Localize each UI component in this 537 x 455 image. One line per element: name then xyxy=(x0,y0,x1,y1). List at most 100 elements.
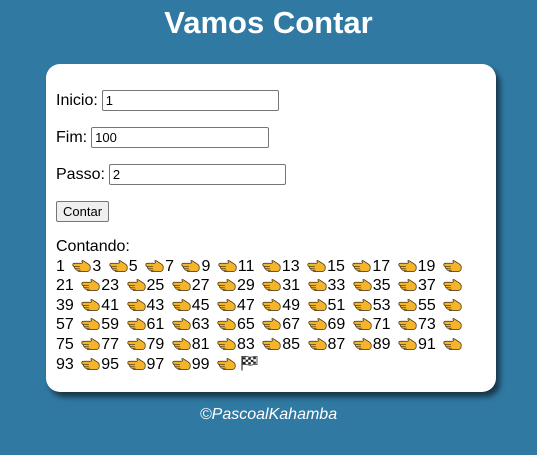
checkered-flag-icon xyxy=(240,355,258,371)
count-number: 17 xyxy=(372,257,391,275)
count-number: 93 xyxy=(56,355,74,373)
pointing-hand-icon xyxy=(398,336,417,350)
pointing-hand-icon xyxy=(398,297,417,311)
pointing-hand-icon xyxy=(217,316,236,331)
count-number: 45 xyxy=(191,296,210,314)
count-number: 77 xyxy=(101,335,120,353)
count-number: 47 xyxy=(237,296,255,314)
count-number: 9 xyxy=(201,257,211,275)
count-number: 71 xyxy=(372,316,391,334)
count-number: 3 xyxy=(92,257,102,275)
pointing-hand-icon xyxy=(307,297,327,311)
footer-credit: ©PascoalKahamba xyxy=(199,406,338,423)
count-number: 29 xyxy=(237,277,255,295)
count-number: 79 xyxy=(146,335,165,353)
pointing-hand-icon xyxy=(352,258,371,272)
pointing-hand-icon xyxy=(172,356,191,370)
count-number: 57 xyxy=(56,316,74,334)
pointing-hand-icon xyxy=(217,356,236,370)
pointing-hand-icon xyxy=(443,258,462,272)
count-number: 1 xyxy=(56,257,65,275)
count-number: 53 xyxy=(372,296,391,314)
count-number: 25 xyxy=(146,277,165,295)
pointing-hand-icon xyxy=(172,336,191,350)
count-number: 31 xyxy=(282,277,301,295)
count-result: Contando: 1 3 5 7 9 11 13 15 17 19 21 23… xyxy=(56,237,476,374)
count-number: 67 xyxy=(282,316,301,334)
pointing-hand-icon xyxy=(172,316,191,331)
pointing-hand-icon xyxy=(126,277,146,292)
fim-input[interactable] xyxy=(91,127,270,148)
count-number: 61 xyxy=(146,316,165,334)
pointing-hand-icon xyxy=(307,258,326,272)
count-number: 83 xyxy=(237,335,255,353)
contar-button[interactable]: Contar xyxy=(56,201,110,222)
pointing-hand-icon xyxy=(262,258,281,272)
pointing-hand-icon xyxy=(353,297,372,311)
pointing-hand-icon xyxy=(81,277,100,292)
count-number: 11 xyxy=(237,257,255,275)
pointing-hand-icon xyxy=(172,277,191,292)
pointing-hand-icon xyxy=(109,258,128,272)
pointing-hand-icon xyxy=(353,336,372,350)
pointing-hand-icon xyxy=(353,316,372,331)
pointing-hand-icon xyxy=(81,336,100,350)
pointing-hand-icon xyxy=(81,297,100,311)
pointing-hand-icon xyxy=(398,277,417,292)
count-number: 19 xyxy=(417,257,436,275)
passo-input[interactable] xyxy=(108,164,286,185)
pointing-hand-icon xyxy=(443,277,462,292)
fim-label: Fim: xyxy=(56,128,88,146)
count-number: 95 xyxy=(101,355,120,373)
pointing-hand-icon xyxy=(126,356,146,370)
pointing-hand-icon xyxy=(307,336,327,350)
pointing-hand-icon xyxy=(172,297,191,311)
inicio-row: Inicio: xyxy=(56,90,279,111)
passo-label: Passo: xyxy=(56,165,105,183)
pointing-hand-icon xyxy=(262,297,281,311)
pointing-hand-icon xyxy=(145,258,164,272)
counter-card: Inicio: Fim: Passo: Contar Contando: 1 3… xyxy=(46,64,496,392)
count-number: 21 xyxy=(56,277,74,295)
pointing-hand-icon xyxy=(398,316,417,331)
pointing-hand-icon xyxy=(181,258,201,272)
passo-row: Passo: xyxy=(56,164,286,185)
count-number: 49 xyxy=(282,296,301,314)
pointing-hand-icon xyxy=(262,316,281,331)
count-number: 65 xyxy=(237,316,255,334)
count-number: 51 xyxy=(327,296,346,314)
pointing-hand-icon xyxy=(217,336,236,350)
count-number: 69 xyxy=(327,316,346,334)
count-number: 89 xyxy=(372,335,391,353)
count-number: 13 xyxy=(281,257,300,275)
count-number: 73 xyxy=(418,316,436,334)
count-number: 59 xyxy=(101,316,120,334)
count-number: 5 xyxy=(128,257,138,275)
count-number: 39 xyxy=(56,296,74,314)
count-number: 91 xyxy=(418,335,436,353)
pointing-hand-icon xyxy=(307,277,327,292)
count-number: 23 xyxy=(101,277,120,295)
count-number: 75 xyxy=(56,335,74,353)
inicio-label: Inicio: xyxy=(56,91,98,109)
count-number: 33 xyxy=(327,277,346,295)
pointing-hand-icon xyxy=(126,316,146,331)
count-number: 63 xyxy=(191,316,210,334)
pointing-hand-icon xyxy=(398,258,417,272)
pointing-hand-icon xyxy=(218,258,237,272)
pointing-hand-icon xyxy=(307,316,327,331)
count-number: 87 xyxy=(327,335,346,353)
pointing-hand-icon xyxy=(262,336,281,350)
count-sequence: 1 3 5 7 9 11 13 15 17 19 21 23 25 27 29 … xyxy=(56,257,476,375)
count-number: 37 xyxy=(418,277,436,295)
count-number: 55 xyxy=(418,296,436,314)
pointing-hand-icon xyxy=(443,336,462,350)
result-heading: Contando: xyxy=(56,238,130,255)
pointing-hand-icon xyxy=(126,297,146,311)
count-number: 35 xyxy=(372,277,391,295)
fim-row: Fim: xyxy=(56,127,270,148)
inicio-input[interactable] xyxy=(101,90,279,111)
pointing-hand-icon xyxy=(443,316,462,331)
count-number: 27 xyxy=(191,277,210,295)
pointing-hand-icon xyxy=(81,316,100,331)
